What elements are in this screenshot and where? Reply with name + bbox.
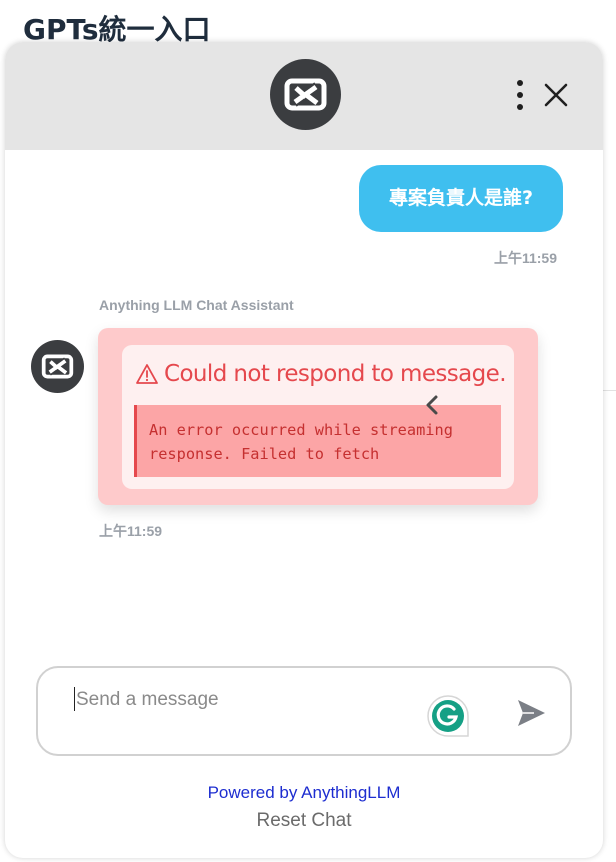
- reset-chat-button[interactable]: Reset Chat: [5, 810, 603, 832]
- user-message-bubble: 專案負責人是誰?: [359, 165, 563, 232]
- anythingllm-logo-icon: [270, 59, 341, 130]
- message-composer: [36, 666, 572, 756]
- chevron-left-icon[interactable]: [422, 393, 442, 417]
- chat-widget: 專案負責人是誰? 上午11:59 Anything LLM Chat Assis…: [5, 42, 603, 858]
- error-title: Could not respond to message.: [164, 361, 507, 387]
- error-detail: An error occurred while streaming respon…: [134, 405, 501, 477]
- warning-icon: [136, 364, 158, 384]
- assistant-message-time: 上午11:59: [99, 523, 163, 539]
- grammarly-icon[interactable]: [426, 694, 470, 738]
- user-message-time: 上午11:59: [493, 250, 557, 266]
- kebab-menu-icon[interactable]: [510, 80, 530, 110]
- assistant-error-message: Could not respond to message. An error o…: [98, 328, 538, 505]
- close-icon[interactable]: [540, 79, 572, 111]
- error-card: Could not respond to message. An error o…: [122, 345, 514, 489]
- text-caret: [74, 687, 75, 711]
- message-input[interactable]: [74, 684, 418, 716]
- powered-by-link[interactable]: Powered by AnythingLLM: [5, 783, 603, 803]
- assistant-name: Anything LLM Chat Assistant: [99, 297, 294, 313]
- assistant-avatar: [31, 340, 84, 393]
- chat-header: [5, 42, 603, 150]
- send-icon[interactable]: [514, 696, 548, 730]
